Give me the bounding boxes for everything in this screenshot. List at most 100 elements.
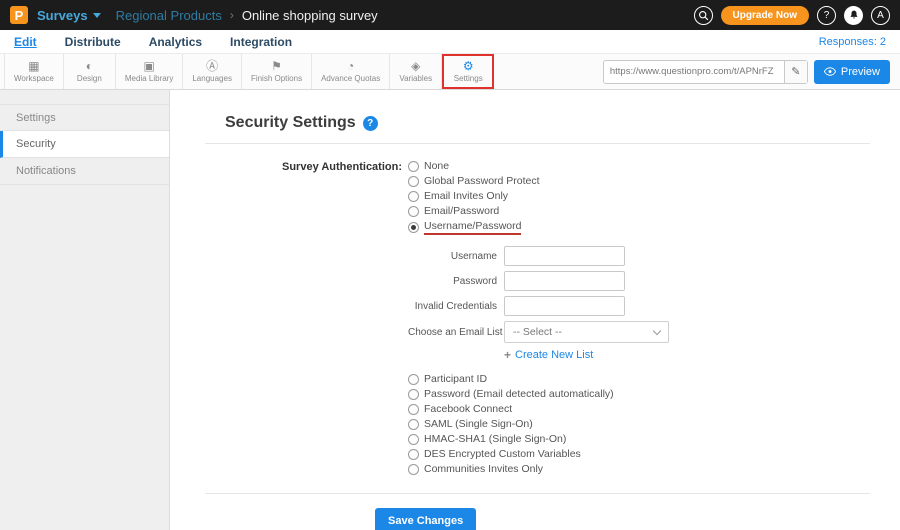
- plus-icon: +: [504, 348, 512, 362]
- upgrade-now-button[interactable]: Upgrade Now: [720, 5, 809, 25]
- auth-option-email-password-label: Email/Password: [424, 205, 500, 217]
- sidebar-item-security[interactable]: Security: [0, 131, 169, 158]
- auth-option-email-invites[interactable]: Email Invites Only: [408, 190, 669, 202]
- radio-icon[interactable]: [408, 205, 419, 217]
- auth-option-des-encrypted[interactable]: DES Encrypted Custom Variables: [408, 448, 669, 460]
- create-new-list-label: Create New List: [515, 349, 594, 361]
- surveys-menu-label: Surveys: [37, 7, 88, 23]
- radio-icon[interactable]: [408, 388, 419, 400]
- survey-nav: Edit Distribute Analytics Integration Re…: [0, 30, 900, 54]
- auth-option-email-invites-label: Email Invites Only: [424, 190, 509, 202]
- create-new-list-link[interactable]: + Create New List: [504, 348, 669, 362]
- username-input[interactable]: [504, 246, 625, 266]
- sidebar-item-notifications[interactable]: Notifications: [0, 158, 169, 185]
- auth-option-saml[interactable]: SAML (Single Sign-On): [408, 418, 669, 430]
- survey-url-input[interactable]: [603, 66, 784, 77]
- auth-option-global-password[interactable]: Global Password Protect: [408, 175, 669, 187]
- preview-label: Preview: [840, 65, 880, 78]
- nav-integration[interactable]: Integration: [230, 35, 292, 49]
- radio-icon[interactable]: [408, 403, 419, 415]
- media-library-icon: ▣: [143, 59, 155, 73]
- radio-icon[interactable]: [408, 463, 419, 475]
- topbar: P Surveys Regional Products › Online sho…: [0, 0, 900, 30]
- breadcrumb: Regional Products › Online shopping surv…: [116, 8, 378, 23]
- invalid-credentials-label: Invalid Credentials: [414, 300, 497, 312]
- email-list-selected-value: -- Select --: [513, 326, 563, 338]
- responses-count[interactable]: Responses: 2: [819, 36, 886, 48]
- auth-option-email-password[interactable]: Email/Password: [408, 205, 669, 217]
- radio-icon[interactable]: [408, 373, 419, 385]
- password-input[interactable]: [504, 271, 625, 291]
- password-row: Password: [408, 271, 669, 291]
- advance-quotas-icon: ◔: [347, 59, 355, 73]
- radio-selected-icon[interactable]: [408, 222, 419, 233]
- save-changes-button[interactable]: Save Changes: [375, 508, 477, 530]
- edit-url-button[interactable]: ✎: [783, 60, 807, 83]
- invalid-credentials-input[interactable]: [504, 296, 625, 316]
- pencil-icon: ✎: [791, 66, 801, 78]
- tool-variables-label: Variables: [399, 74, 433, 83]
- radio-icon[interactable]: [408, 175, 419, 187]
- tool-languages[interactable]: Ⓐ Languages: [183, 54, 242, 89]
- username-label: Username: [450, 250, 497, 262]
- auth-option-hmac-sha1[interactable]: HMAC-SHA1 (Single Sign-On): [408, 433, 669, 445]
- radio-icon[interactable]: [408, 433, 419, 445]
- toolbar: ▦ Workspace ◐ Design ▣ Media Library Ⓐ L…: [0, 54, 900, 90]
- auth-options-column: None Global Password Protect Email Invit…: [408, 160, 669, 478]
- auth-option-password-email-detected[interactable]: Password (Email detected automatically): [408, 388, 669, 400]
- page-title-row: Security Settings ?: [205, 114, 870, 132]
- questionpro-logo[interactable]: P: [10, 6, 28, 24]
- tool-languages-label: Languages: [192, 74, 232, 83]
- auth-option-communities-invites[interactable]: Communities Invites Only: [408, 463, 669, 475]
- notifications-button[interactable]: [844, 5, 863, 25]
- email-list-select[interactable]: -- Select --: [504, 321, 669, 343]
- tool-settings[interactable]: ⚙ Settings: [442, 54, 495, 89]
- eye-icon: [823, 67, 836, 76]
- credentials-fields: Username Password Invalid Credentials Ch…: [408, 246, 669, 362]
- auth-option-username-password[interactable]: Username/Password: [408, 220, 669, 235]
- auth-option-password-email-detected-label: Password (Email detected automatically): [424, 388, 614, 400]
- sidebar-item-settings[interactable]: Settings: [0, 104, 169, 131]
- radio-icon[interactable]: [408, 190, 419, 202]
- auth-option-facebook-connect[interactable]: Facebook Connect: [408, 403, 669, 415]
- auth-option-none[interactable]: None: [408, 160, 669, 172]
- bell-icon: [850, 10, 857, 19]
- email-list-label: Choose an Email List: [408, 326, 503, 338]
- breadcrumb-parent[interactable]: Regional Products: [116, 8, 222, 23]
- tool-workspace[interactable]: ▦ Workspace: [4, 54, 64, 89]
- nav-edit[interactable]: Edit: [14, 35, 37, 49]
- tool-media-library[interactable]: ▣ Media Library: [116, 54, 184, 89]
- invalid-credentials-row: Invalid Credentials: [408, 296, 669, 316]
- surveys-menu[interactable]: Surveys: [37, 8, 101, 23]
- auth-option-none-label: None: [424, 160, 450, 172]
- tool-variables[interactable]: ◈ Variables: [390, 54, 443, 89]
- radio-icon[interactable]: [408, 448, 419, 460]
- radio-icon[interactable]: [408, 160, 419, 172]
- workspace-icon: ▦: [28, 59, 40, 73]
- settings-sidebar: Settings Security Notifications: [0, 90, 170, 530]
- radio-icon[interactable]: [408, 418, 419, 430]
- password-label: Password: [453, 275, 497, 287]
- tool-finish-options[interactable]: ⚑ Finish Options: [242, 54, 313, 89]
- search-button[interactable]: [693, 5, 713, 25]
- tool-settings-label: Settings: [453, 74, 483, 83]
- security-form: Survey Authentication: None Global Passw…: [205, 160, 870, 478]
- preview-button[interactable]: Preview: [813, 59, 890, 84]
- auth-option-participant-id[interactable]: Participant ID: [408, 373, 669, 385]
- page-title: Security Settings: [225, 114, 356, 131]
- chevron-down-icon: [92, 12, 101, 18]
- survey-authentication-label: Survey Authentication:: [282, 161, 402, 173]
- help-icon[interactable]: ?: [362, 115, 378, 131]
- tool-design[interactable]: ◐ Design: [64, 54, 116, 89]
- design-icon: ◐: [85, 59, 93, 73]
- tool-advance-quotas[interactable]: ◔ Advance Quotas: [312, 54, 391, 89]
- tool-media-library-label: Media Library: [124, 74, 174, 83]
- nav-distribute[interactable]: Distribute: [65, 35, 121, 49]
- avatar[interactable]: A: [871, 5, 890, 25]
- help-button[interactable]: ?: [817, 5, 836, 25]
- search-icon: [698, 10, 708, 20]
- email-list-row: Choose an Email List -- Select --: [408, 321, 669, 343]
- tool-workspace-label: Workspace: [14, 74, 54, 83]
- nav-analytics[interactable]: Analytics: [149, 35, 202, 49]
- auth-option-des-encrypted-label: DES Encrypted Custom Variables: [424, 448, 581, 460]
